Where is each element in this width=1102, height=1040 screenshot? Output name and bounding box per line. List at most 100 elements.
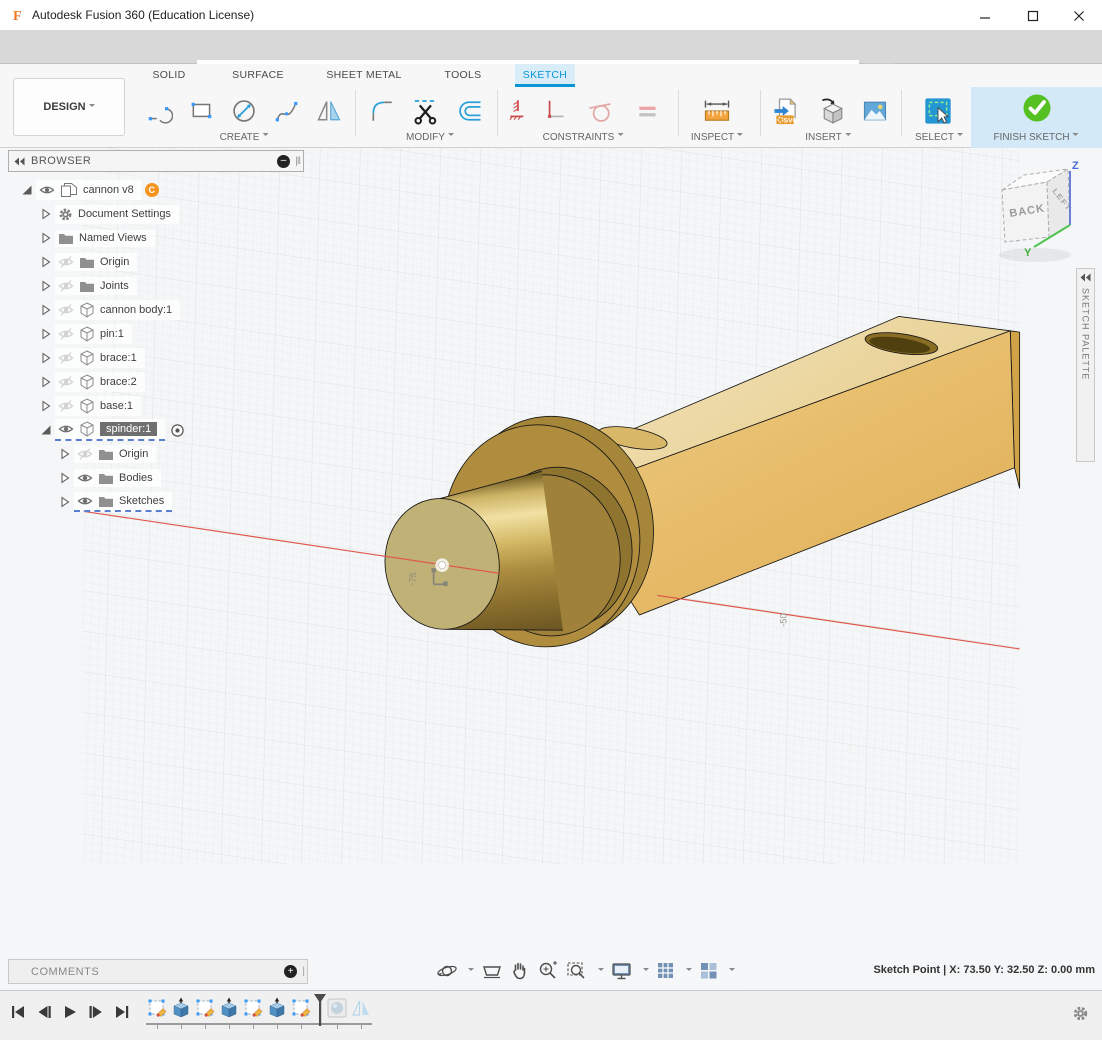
expand-arrow-icon[interactable] <box>39 352 52 364</box>
tab-sheet-metal[interactable]: SHEET METAL <box>320 64 408 87</box>
timeline-feature-sphere-disabled[interactable] <box>326 997 348 1019</box>
chevron-down-icon[interactable] <box>686 968 692 974</box>
visibility-eye-icon[interactable] <box>39 183 55 197</box>
timeline-feature-extrude[interactable] <box>266 997 288 1019</box>
grid-snap-button[interactable] <box>656 961 676 981</box>
expand-arrow-icon[interactable] <box>58 496 71 508</box>
timeline-feature-sketch[interactable] <box>146 997 168 1019</box>
add-comment-icon[interactable]: + <box>284 965 297 978</box>
look-at-button[interactable] <box>481 961 503 981</box>
browser-item-bodies[interactable]: Bodies <box>0 466 161 490</box>
tab-surface[interactable]: SURFACE <box>226 64 290 87</box>
chevron-down-icon[interactable] <box>729 968 735 974</box>
create-spline-button[interactable] <box>269 93 305 129</box>
timeline-feature-sketch[interactable] <box>194 997 216 1019</box>
expand-arrow-icon[interactable] <box>58 472 71 484</box>
constraints-group-label[interactable]: CONSTRAINTS <box>543 132 624 143</box>
maximize-button[interactable] <box>1018 6 1048 26</box>
create-circle-button[interactable] <box>226 93 262 129</box>
create-mirror-button[interactable] <box>311 93 347 129</box>
inspect-measure-button[interactable] <box>699 93 735 129</box>
insert-mesh-button[interactable] <box>815 93 851 129</box>
browser-item-joints[interactable]: Joints <box>0 274 137 298</box>
insert-group-label[interactable]: INSERT <box>805 132 851 143</box>
create-group-label[interactable]: CREATE <box>220 132 269 143</box>
browser-item-cannon-body-1[interactable]: cannon body:1 <box>0 298 180 322</box>
modify-offset-button[interactable] <box>452 93 488 129</box>
visibility-eye-icon[interactable] <box>58 422 74 436</box>
create-line-button[interactable] <box>142 93 178 129</box>
activate-component-radio-icon[interactable] <box>170 423 185 438</box>
visibility-eye-off-icon[interactable] <box>58 327 74 341</box>
chevron-down-icon[interactable] <box>468 968 474 974</box>
timeline-feature-sketch[interactable] <box>242 997 264 1019</box>
create-rectangle-button[interactable] <box>184 93 220 129</box>
chevron-down-icon[interactable] <box>643 968 649 974</box>
sketch-palette-collapsed[interactable]: SKETCH PALETTE <box>1076 268 1095 462</box>
constraint-coincident-button[interactable] <box>540 93 570 129</box>
expand-arrow-icon[interactable] <box>39 232 52 244</box>
browser-item-spinder-1[interactable]: spinder:1 <box>0 418 185 442</box>
expand-arrow-icon[interactable] <box>39 304 52 316</box>
expand-arrow-icon[interactable] <box>39 280 52 292</box>
visibility-eye-off-icon[interactable] <box>58 375 74 389</box>
timeline-feature-extrude[interactable] <box>218 997 240 1019</box>
timeline-feature-mirror-disabled[interactable] <box>350 997 372 1019</box>
visibility-eye-off-icon[interactable] <box>58 351 74 365</box>
visibility-eye-off-icon[interactable] <box>58 255 74 269</box>
finish-sketch-label[interactable]: FINISH SKETCH <box>993 132 1078 143</box>
browser-item-sketches[interactable]: Sketches <box>0 490 172 514</box>
visibility-eye-icon[interactable] <box>77 494 93 508</box>
browser-item-origin[interactable]: Origin <box>0 442 156 466</box>
collapse-arrow-icon[interactable] <box>20 184 33 196</box>
browser-item-pin-1[interactable]: pin:1 <box>0 322 132 346</box>
comments-drag-handle[interactable]: | <box>302 966 304 977</box>
sketch-point[interactable] <box>438 562 445 569</box>
modify-group-label[interactable]: MODIFY <box>406 132 454 143</box>
modify-trim-button[interactable] <box>408 93 444 129</box>
display-settings-button[interactable] <box>611 961 633 981</box>
visibility-eye-off-icon[interactable] <box>58 279 74 293</box>
visibility-eye-off-icon[interactable] <box>58 399 74 413</box>
finish-sketch-button[interactable] <box>1019 90 1055 126</box>
browser-item-document-settings[interactable]: Document Settings <box>0 202 179 226</box>
expand-arrow-icon[interactable] <box>39 328 52 340</box>
collapse-arrow-icon[interactable] <box>39 424 52 436</box>
timeline-feature-extrude[interactable] <box>170 997 192 1019</box>
zoom-button[interactable] <box>537 960 559 982</box>
tab-solid[interactable]: SOLID <box>144 64 194 87</box>
viewports-button[interactable] <box>699 961 719 981</box>
inspect-group-label[interactable]: INSPECT <box>691 132 743 143</box>
expand-arrow-icon[interactable] <box>39 400 52 412</box>
browser-item-cannon-v8[interactable]: cannon v8C <box>0 178 159 202</box>
modify-fillet-button[interactable] <box>364 93 400 129</box>
visibility-eye-icon[interactable] <box>77 471 93 485</box>
expand-arrow-icon[interactable] <box>39 256 52 268</box>
timeline-settings-gear-icon[interactable] <box>1072 1005 1089 1022</box>
viewport[interactable]: -75 -50 BACK LEFT Z Y BROWSER – |‖ <box>0 148 1102 990</box>
timeline-feature-sketch[interactable] <box>290 997 312 1019</box>
constraint-horizontal-vertical-button[interactable] <box>504 93 534 129</box>
expand-panel-icon[interactable] <box>1080 273 1091 282</box>
insert-svg-button[interactable]: SVG <box>769 93 805 129</box>
viewcube[interactable]: BACK LEFT Z Y <box>990 155 1100 270</box>
expand-arrow-icon[interactable] <box>39 208 52 220</box>
visibility-eye-off-icon[interactable] <box>58 303 74 317</box>
constraint-equal-button[interactable] <box>630 93 666 129</box>
visibility-eye-off-icon[interactable] <box>77 447 93 461</box>
minimize-button[interactable] <box>970 6 1000 26</box>
browser-item-base-1[interactable]: base:1 <box>0 394 141 418</box>
comments-bar[interactable]: COMMENTS + | <box>8 959 308 984</box>
expand-arrow-icon[interactable] <box>58 448 71 460</box>
fit-button[interactable] <box>566 960 588 982</box>
select-button[interactable] <box>920 93 956 129</box>
workspace-selector[interactable]: DESIGN <box>13 78 125 136</box>
expand-arrow-icon[interactable] <box>39 376 52 388</box>
browser-item-named-views[interactable]: Named Views <box>0 226 155 250</box>
browser-item-origin[interactable]: Origin <box>0 250 137 274</box>
pan-button[interactable] <box>510 960 530 982</box>
browser-item-brace-2[interactable]: brace:2 <box>0 370 145 394</box>
select-group-label[interactable]: SELECT <box>915 132 963 143</box>
browser-item-brace-1[interactable]: brace:1 <box>0 346 145 370</box>
close-button[interactable] <box>1064 6 1094 26</box>
